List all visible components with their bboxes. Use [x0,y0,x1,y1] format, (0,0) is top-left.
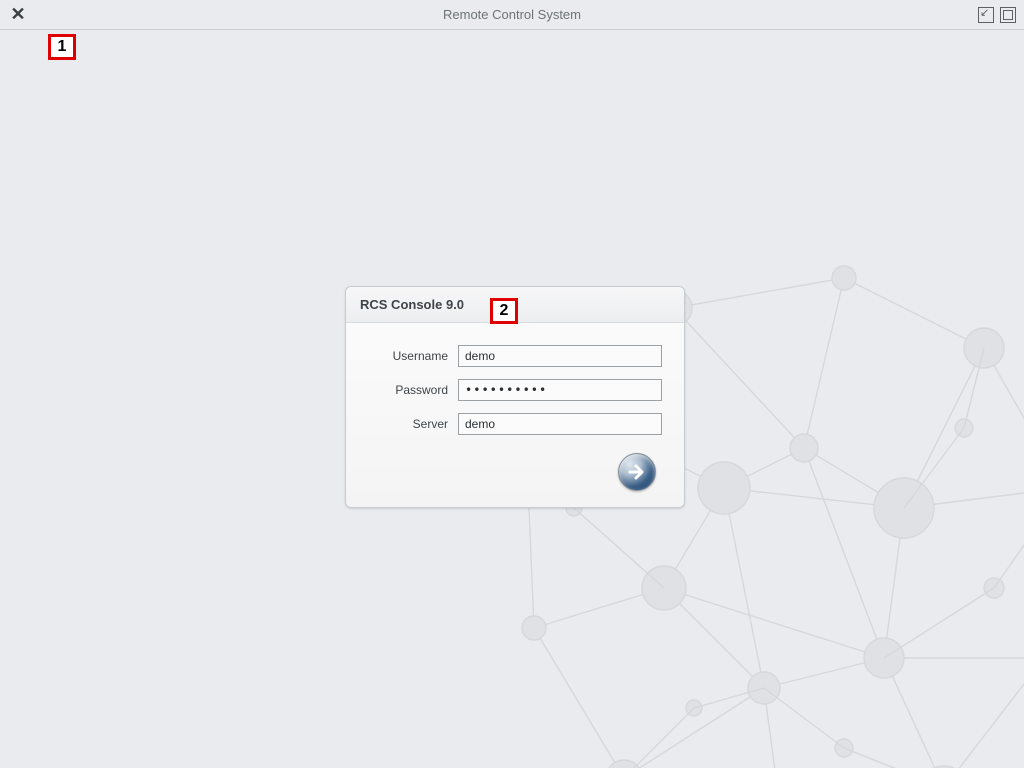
password-row: Password [368,379,662,401]
window-controls [978,7,1016,23]
login-button[interactable] [618,453,656,491]
server-row: Server [368,413,662,435]
server-label: Server [368,417,458,431]
titlebar: ✕ Remote Control System [0,0,1024,30]
username-input[interactable] [458,345,662,367]
username-row: Username [368,345,662,367]
arrow-right-icon [626,461,648,483]
close-icon[interactable]: ✕ [8,4,28,25]
server-input[interactable] [458,413,662,435]
window-title: Remote Control System [0,7,1024,22]
minimize-button[interactable] [978,7,994,23]
maximize-button[interactable] [1000,7,1016,23]
password-input[interactable] [458,379,662,401]
password-label: Password [368,383,458,397]
login-panel-title: RCS Console 9.0 [346,287,684,323]
username-label: Username [368,349,458,363]
callout-marker-1: 1 [48,34,76,60]
login-form: Username Password Server [346,323,684,507]
main-area: RCS Console 9.0 Username Password Server [0,30,1024,768]
submit-row [368,447,662,491]
login-panel: RCS Console 9.0 Username Password Server [345,286,685,508]
